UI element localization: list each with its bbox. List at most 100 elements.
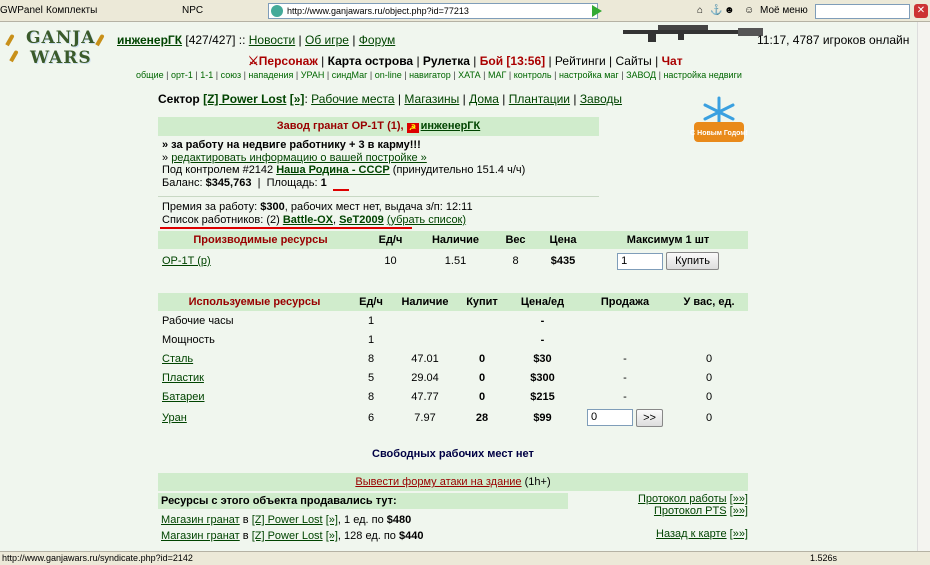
about-link[interactable]: Об игре xyxy=(305,33,349,47)
sector-link-factories[interactable]: Заводы xyxy=(580,92,622,106)
column-header: Ед/ч xyxy=(351,293,391,311)
resource-link[interactable]: Сталь xyxy=(162,353,193,365)
toolbar-item-kits[interactable]: Комплекты xyxy=(46,5,97,16)
red-underline-mark xyxy=(333,189,349,191)
sector-link[interactable]: [Z] Power Lost xyxy=(252,514,323,526)
right-link[interactable]: Назад к карте xyxy=(656,528,727,540)
subnav-item[interactable]: настройка маг xyxy=(559,70,619,80)
resource-link[interactable]: Уран xyxy=(162,412,187,424)
shop-link[interactable]: Магазин гранат xyxy=(161,514,240,526)
edit-building-link[interactable]: редактировать информацию о вашей построй… xyxy=(171,152,427,164)
subnav-item[interactable]: 1-1 xyxy=(200,70,213,80)
subnav-item[interactable]: орт-1 xyxy=(171,70,193,80)
sale-cell: - xyxy=(623,390,627,403)
sector-link[interactable]: [Z] Power Lost xyxy=(252,530,323,542)
forum-link[interactable]: Форум xyxy=(359,33,395,47)
control-prefix: Под контролем #2142 xyxy=(162,164,274,176)
column-header: Цена/ед xyxy=(505,293,580,311)
divider xyxy=(158,196,599,197)
toolbar-item-gwpanel[interactable]: GWPanel xyxy=(0,5,43,16)
sector-name-link[interactable]: [Z] Power Lost xyxy=(203,92,286,106)
list-item: Магазин гранат в [Z] Power Lost [»], 1 е… xyxy=(161,512,423,528)
scrollbar[interactable] xyxy=(917,22,930,551)
go-arrow-icon[interactable] xyxy=(592,5,602,17)
subnav-item[interactable]: ЗАВОД xyxy=(626,70,656,80)
news-link[interactable]: Новости xyxy=(249,33,295,47)
right-link[interactable]: Протокол работы xyxy=(638,493,727,505)
sold-rest: , 128 ед. по xyxy=(337,530,396,542)
right-link[interactable]: Протокол PTS xyxy=(654,505,727,517)
subnav-item[interactable]: ХАТА xyxy=(458,70,481,80)
nav-battle[interactable]: Бой [13:56] xyxy=(480,54,545,68)
resource-link[interactable]: Пластик xyxy=(162,372,204,384)
sector-link-houses[interactable]: Дома xyxy=(469,92,499,106)
price-cell: $215 xyxy=(530,390,555,403)
username-link[interactable]: инженерГК xyxy=(117,33,182,47)
syndicate-link[interactable]: Наша Родина - СССР xyxy=(276,164,390,176)
sector-arrow-link[interactable]: [»] xyxy=(326,514,338,526)
url-bar[interactable]: http://www.ganjawars.ru/object.php?id=77… xyxy=(268,3,598,19)
buy-button[interactable]: Купить xyxy=(666,252,719,270)
buys-cell xyxy=(459,330,505,349)
sector-link-shops[interactable]: Магазины xyxy=(404,92,459,106)
sector-label: Сектор xyxy=(158,92,200,106)
logo[interactable]: GANJA WARS xyxy=(20,28,95,70)
nav-ratings[interactable]: Рейтинги xyxy=(555,54,606,68)
subnav-item[interactable]: УРАН xyxy=(301,70,325,80)
have-cell xyxy=(670,311,748,330)
column-header: Вес xyxy=(493,231,538,249)
resource-link[interactable]: Батареи xyxy=(162,391,205,403)
price-cell: $435 xyxy=(550,255,576,267)
nav-chat[interactable]: Чат xyxy=(662,54,683,68)
factory-owner-link[interactable]: инженерГК xyxy=(421,120,481,132)
right-link-arrow[interactable]: [»»] xyxy=(730,505,748,517)
subnav-item[interactable]: навигатор xyxy=(409,70,451,80)
subnav-item[interactable]: нападения xyxy=(248,70,293,80)
right-link-arrow[interactable]: [»»] xyxy=(730,528,748,540)
subnav-item[interactable]: синдМаг xyxy=(332,70,368,80)
remove-list-link[interactable]: (убрать список) xyxy=(387,214,466,226)
column-header: Цена xyxy=(538,231,588,249)
subnav-item[interactable]: общие xyxy=(136,70,164,80)
buys-cell: 0 xyxy=(478,390,486,403)
in-text: в xyxy=(242,514,249,526)
subnav-item[interactable]: союз xyxy=(221,70,241,80)
my-menu-label[interactable]: Моё меню xyxy=(760,5,808,16)
attack-suffix: (1h+) xyxy=(524,476,551,488)
search-input[interactable] xyxy=(815,4,910,19)
produced-resources-table: Производимые ресурсы Ед/ч Наличие Вес Це… xyxy=(158,231,748,273)
rate-cell: 1 xyxy=(367,314,375,327)
nav-sites[interactable]: Сайты xyxy=(615,54,651,68)
character-icon[interactable]: ☻ xyxy=(724,5,735,16)
close-icon[interactable]: ✕ xyxy=(914,4,928,18)
subnav-item[interactable]: МАГ xyxy=(488,70,506,80)
toolbar-item-npc[interactable]: NPC xyxy=(182,5,203,16)
rifle-icon xyxy=(623,25,763,42)
sale-quantity-input[interactable]: 0 xyxy=(587,409,634,426)
in-text: в xyxy=(242,530,249,542)
sale-button[interactable]: >> xyxy=(636,408,663,427)
nav-island-map[interactable]: Карта острова xyxy=(328,54,413,68)
buys-cell: 0 xyxy=(478,371,486,384)
sector-arrow-link[interactable]: [»] xyxy=(290,92,305,106)
sector-link-plantations[interactable]: Плантации xyxy=(509,92,570,106)
worker-link[interactable]: Battle-OX xyxy=(283,214,333,226)
nav-character[interactable]: ⚔Персонаж xyxy=(248,54,318,68)
subnav-item[interactable]: настройка недвиги xyxy=(663,70,741,80)
home-icon[interactable]: ⌂ xyxy=(697,5,703,16)
shop-link[interactable]: Магазин гранат xyxy=(161,530,240,542)
anchor-icon[interactable]: ⚓ xyxy=(710,5,722,16)
stock-cell xyxy=(391,311,459,330)
product-link[interactable]: OP-1T (р) xyxy=(162,255,211,267)
attack-form-link[interactable]: Вывести форму атаки на здание xyxy=(355,476,521,488)
sector-link-jobs[interactable]: Рабочие места xyxy=(311,92,394,106)
subnav-item[interactable]: контроль xyxy=(514,70,552,80)
weight-cell: 8 xyxy=(512,255,519,267)
nav-roulette[interactable]: Рулетка xyxy=(423,54,470,68)
buy-quantity-input[interactable]: 1 xyxy=(617,252,664,270)
worker-link[interactable]: SeT2009 xyxy=(339,214,384,226)
sector-arrow-link[interactable]: [»] xyxy=(326,530,338,542)
subnav-item[interactable]: on-line xyxy=(375,70,402,80)
character2-icon[interactable]: ☺ xyxy=(744,5,754,16)
right-link-arrow[interactable]: [»»] xyxy=(730,493,748,505)
